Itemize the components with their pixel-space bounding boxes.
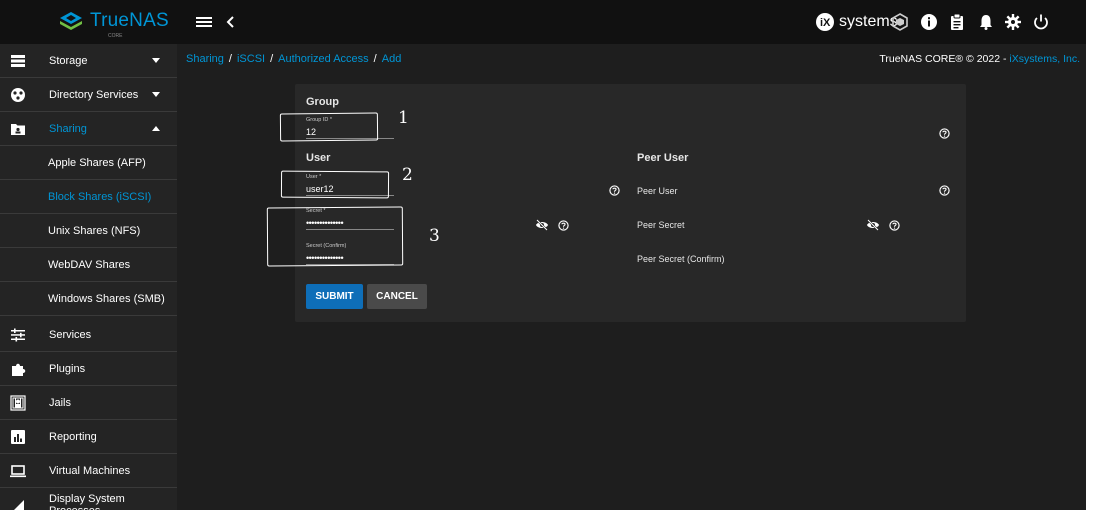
help-icon[interactable] (889, 220, 900, 231)
sidebar-item-virtual-machines[interactable]: Virtual Machines (0, 454, 177, 488)
chevron-down-icon (152, 58, 160, 63)
help-icon[interactable] (609, 185, 620, 196)
sidebar-subitem-label: Block Shares (iSCSI) (48, 191, 152, 203)
chevron-down-icon (152, 92, 160, 97)
tune-icon (11, 328, 25, 342)
annotation-box-3 (266, 206, 404, 267)
breadcrumb-sharing[interactable]: Sharing (186, 53, 224, 65)
app-window: TrueNAS CORE iX systems Storage Director… (0, 0, 1086, 510)
breadcrumb: Sharing / iSCSI / Authorized Access / Ad… (186, 53, 401, 65)
logo-subtext: CORE (108, 33, 123, 39)
storage-icon (11, 55, 25, 67)
sidebar-item-label: Display System Processes (49, 492, 125, 511)
chevron-up-icon (152, 126, 160, 131)
sidebar-item-sharing[interactable]: Sharing (0, 112, 177, 146)
info-icon[interactable] (920, 13, 938, 31)
breadcrumb-separator: / (373, 53, 377, 65)
sidebar-subitem-label: Unix Shares (NFS) (48, 225, 141, 237)
sidebar-item-directory-services[interactable]: Directory Services (0, 78, 177, 112)
hamburger-menu-icon[interactable] (195, 13, 213, 31)
sidebar-item-label: Jails (49, 396, 72, 409)
sidebar-item-label: Storage (49, 54, 88, 67)
eye-off-icon[interactable] (866, 219, 880, 231)
bell-icon[interactable] (977, 13, 995, 31)
directory-services-icon (11, 88, 25, 102)
sidebar-subitem-label: Apple Shares (AFP) (48, 157, 146, 169)
top-bar: TrueNAS CORE iX systems (0, 0, 1086, 44)
sidebar-item-jails[interactable]: Jails (0, 386, 177, 420)
ix-logo-icon: iX (816, 13, 834, 31)
sidebar-item-reporting[interactable]: Reporting (0, 420, 177, 454)
svg-text:iX: iX (820, 17, 831, 29)
copyright-text: TrueNAS CORE® © 2022 - (879, 53, 1010, 65)
processes-icon (14, 500, 24, 510)
sidebar-item-label: Sharing (49, 122, 87, 135)
annotation-number-1: 1 (398, 108, 409, 128)
annotation-number-2: 2 (402, 165, 413, 185)
puzzle-icon (12, 363, 26, 376)
sidebar-item-storage[interactable]: Storage (0, 44, 177, 78)
annotation-box-2 (280, 170, 390, 199)
sidebar-subitem-webdav[interactable]: WebDAV Shares (0, 248, 177, 282)
sidebar-item-services[interactable]: Services (0, 318, 177, 352)
gear-icon[interactable] (1004, 13, 1022, 31)
clipboard-icon[interactable] (948, 13, 966, 31)
group-section-title: Group (306, 96, 339, 108)
sidebar-item-label: Plugins (49, 362, 86, 375)
peer-user-section-title: Peer User (637, 152, 689, 164)
jail-icon (10, 395, 26, 411)
laptop-icon (10, 465, 26, 478)
copyright-link[interactable]: iXsystems, Inc. (1009, 53, 1080, 65)
peer-secret-confirm-field[interactable]: Peer Secret (Confirm) (637, 254, 725, 264)
sidebar-subitem-iscsi[interactable]: Block Shares (iSCSI) (0, 180, 177, 214)
annotation-box-1 (279, 112, 379, 142)
user-section-title: User (306, 152, 331, 164)
sidebar-subitem-label: WebDAV Shares (48, 259, 131, 271)
truecommand-icon[interactable] (891, 13, 909, 31)
folder-shared-icon (11, 124, 25, 135)
breadcrumb-iscsi[interactable]: iSCSI (237, 53, 265, 65)
truenas-logo[interactable]: TrueNAS (58, 10, 169, 32)
power-icon[interactable] (1032, 13, 1050, 31)
sidebar-item-label: Services (49, 328, 92, 341)
breadcrumb-add[interactable]: Add (382, 53, 402, 65)
help-icon[interactable] (939, 128, 950, 139)
sidebar-item-label: Reporting (49, 430, 97, 443)
annotation-number-3: 3 (429, 226, 440, 246)
sidebar-subitem-label: Windows Shares (SMB) (48, 293, 165, 305)
bar-chart-icon (11, 430, 25, 444)
breadcrumb-separator: / (228, 53, 232, 65)
peer-user-field[interactable]: Peer User (637, 186, 678, 196)
authorized-access-form: Group Group ID * 12 User Peer User User … (295, 84, 966, 322)
chevron-left-icon[interactable] (224, 13, 238, 31)
sidebar: Storage Directory Services Sharing Apple… (0, 44, 177, 510)
cancel-button[interactable]: CANCEL (367, 284, 427, 309)
logo-text: TrueNAS (90, 10, 169, 31)
breadcrumb-separator: / (270, 53, 274, 65)
sidebar-item-display-system-processes[interactable]: Display System Processes (0, 488, 177, 510)
eye-off-icon[interactable] (535, 219, 549, 231)
sidebar-subitem-nfs[interactable]: Unix Shares (NFS) (0, 214, 177, 248)
vendor-text: systems (839, 13, 898, 30)
help-icon[interactable] (939, 185, 950, 196)
submit-button[interactable]: SUBMIT (306, 284, 363, 309)
help-icon[interactable] (558, 220, 569, 231)
sidebar-item-label: Virtual Machines (49, 464, 131, 477)
copyright: TrueNAS CORE® © 2022 - iXsystems, Inc. (879, 53, 1080, 65)
sidebar-subitem-smb[interactable]: Windows Shares (SMB) (0, 282, 177, 316)
breadcrumb-authorized-access[interactable]: Authorized Access (278, 53, 369, 65)
sidebar-item-label: Directory Services (49, 88, 139, 101)
peer-secret-field[interactable]: Peer Secret (637, 220, 685, 230)
sidebar-item-plugins[interactable]: Plugins (0, 352, 177, 386)
truenas-logo-icon (60, 12, 82, 30)
ixsystems-logo[interactable]: iX systems (815, 12, 898, 32)
sidebar-subitem-afp[interactable]: Apple Shares (AFP) (0, 146, 177, 180)
